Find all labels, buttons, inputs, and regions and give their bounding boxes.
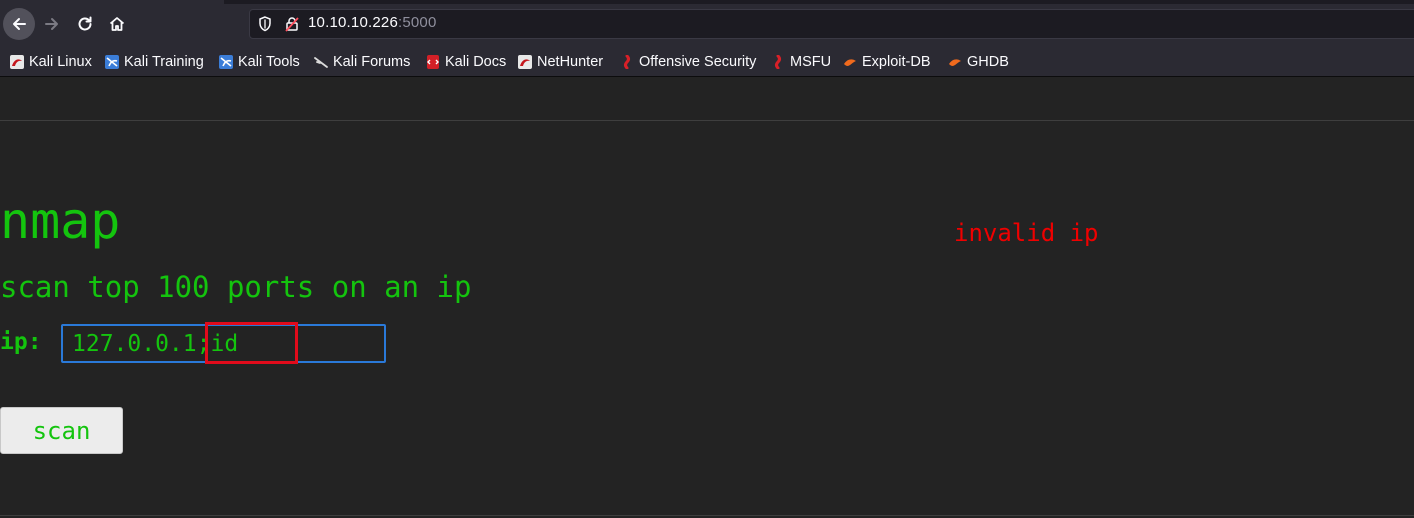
bookmark-kali-tools[interactable]: Kali Tools [219, 53, 300, 71]
bottom-divider [0, 515, 1414, 516]
tab-strip [224, 0, 1414, 4]
nethunter-icon [518, 55, 532, 69]
bookmark-kali-docs[interactable]: Kali Docs [426, 53, 506, 71]
bookmark-label: NetHunter [537, 54, 604, 70]
reload-button[interactable] [69, 8, 101, 40]
bookmark-nethunter[interactable]: NetHunter [518, 53, 603, 71]
forward-button[interactable] [36, 8, 68, 40]
bookmark-kali-linux[interactable]: Kali Linux [10, 53, 92, 71]
bookmark-exploit-db[interactable]: Exploit-DB [843, 53, 931, 71]
bookmark-label: Kali Linux [29, 54, 92, 70]
bookmark-kali-training[interactable]: Kali Training [105, 53, 204, 71]
bookmarks-toolbar: Kali Linux Kali Training Kali Tools Kali… [0, 46, 1414, 77]
bookmark-ghdb[interactable]: GHDB [948, 53, 1009, 71]
home-icon [109, 17, 125, 31]
bookmark-label: Exploit-DB [862, 54, 931, 70]
bookmark-label: Kali Docs [445, 54, 507, 70]
bookmark-kali-forums[interactable]: Kali Forums [314, 53, 410, 71]
bookmark-label: GHDB [967, 54, 1009, 70]
kali-forums-icon [314, 57, 328, 68]
top-divider [0, 120, 1414, 121]
page-content: nmap invalid ip scan top 100 ports on an… [0, 77, 1414, 518]
bookmark-offensive-security[interactable]: Offensive Security [620, 53, 756, 71]
page-subtitle: scan top 100 ports on an ip [0, 270, 472, 304]
scan-button[interactable]: scan [0, 407, 123, 454]
shield-icon[interactable] [258, 16, 272, 32]
reload-icon [78, 16, 92, 31]
bookmark-label: MSFU [790, 54, 832, 70]
kali-training-icon [105, 55, 119, 69]
url-port: :5000 [397, 14, 437, 31]
page-title: nmap [0, 192, 121, 250]
error-message: invalid ip [954, 219, 1099, 247]
exploitdb-icon [844, 59, 856, 66]
arrow-right-icon [45, 18, 58, 30]
url-host: 10.10.10.226 [308, 14, 398, 31]
arrow-left-icon [13, 18, 26, 30]
bookmark-label: Offensive Security [639, 54, 757, 70]
browser-toolbar: 10.10.10.226:5000 [0, 0, 1414, 46]
back-button[interactable] [3, 8, 35, 40]
bookmark-label: Kali Tools [238, 54, 300, 70]
bookmark-msfu[interactable]: MSFU [771, 53, 831, 71]
ghdb-icon [949, 59, 961, 66]
home-button[interactable] [101, 8, 133, 40]
bookmark-label: Kali Forums [333, 54, 411, 70]
kali-tools-icon [219, 55, 233, 69]
kali-dragon-icon [10, 55, 24, 69]
injection-highlight-box [205, 322, 298, 364]
offsec-icon [624, 55, 630, 69]
bookmark-label: Kali Training [124, 54, 204, 70]
url-text[interactable]: 10.10.10.226:5000 [308, 14, 437, 31]
ip-label: ip: [0, 329, 42, 355]
kali-docs-icon [427, 55, 439, 69]
msfu-icon [775, 55, 781, 69]
insecure-lock-icon[interactable] [284, 16, 300, 32]
